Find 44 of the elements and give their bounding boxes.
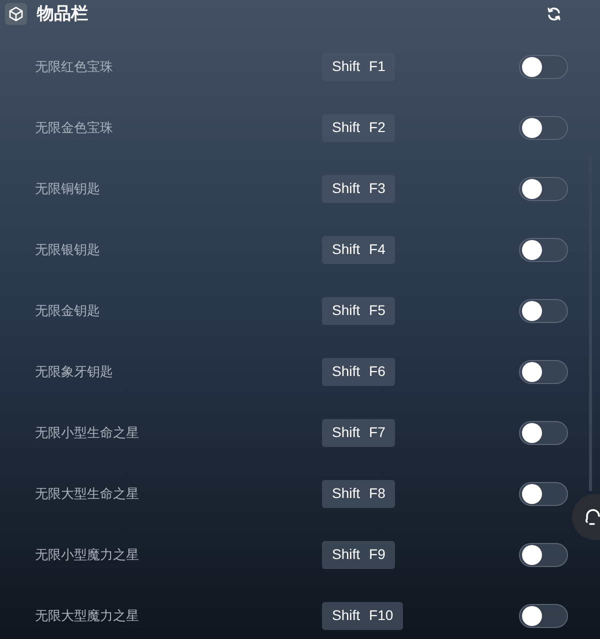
section-title: 物品栏 xyxy=(37,3,88,26)
toggle-switch[interactable] xyxy=(519,238,568,262)
cheat-label: 无限铜钥匙 xyxy=(35,180,101,198)
modifier-key: Shift xyxy=(332,117,360,138)
modifier-key: Shift xyxy=(332,605,360,626)
cheat-label: 无限银钥匙 xyxy=(35,240,101,259)
cheat-label: 无限象牙钥匙 xyxy=(35,362,114,381)
modifier-key: Shift xyxy=(332,56,360,77)
function-key: F10 xyxy=(369,605,394,626)
modifier-key: Shift xyxy=(332,483,360,504)
cheat-label: 无限大型魔力之星 xyxy=(35,606,140,625)
function-key: F2 xyxy=(369,117,386,138)
toggle-switch[interactable] xyxy=(519,420,568,444)
toggle-switch[interactable] xyxy=(519,482,568,506)
toggle-switch[interactable] xyxy=(519,542,568,566)
function-key: F8 xyxy=(369,483,386,504)
function-key: F3 xyxy=(369,178,386,199)
cheat-label: 无限金钥匙 xyxy=(35,302,101,320)
function-key: F9 xyxy=(369,544,386,565)
function-key: F5 xyxy=(369,300,386,321)
cheat-label: 无限大型生命之星 xyxy=(35,484,140,503)
toggle-switch[interactable] xyxy=(519,176,568,200)
function-key: F7 xyxy=(369,422,386,443)
function-key: F4 xyxy=(369,239,386,260)
headset-icon xyxy=(584,508,600,526)
modifier-key: Shift xyxy=(332,422,360,443)
modifier-key: Shift xyxy=(332,544,360,565)
toggle-switch[interactable] xyxy=(519,604,568,628)
toggle-switch[interactable] xyxy=(519,54,568,78)
modifier-key: Shift xyxy=(332,239,360,260)
cheat-label: 无限小型生命之星 xyxy=(35,424,140,442)
modifier-key: Shift xyxy=(332,300,360,321)
cube-icon xyxy=(5,3,27,25)
modifier-key: Shift xyxy=(332,361,360,382)
toggle-switch[interactable] xyxy=(519,298,568,322)
cheat-label: 无限红色宝珠 xyxy=(35,58,114,76)
cheat-label: 无限金色宝珠 xyxy=(35,118,114,137)
cheat-label: 无限小型魔力之星 xyxy=(35,546,140,564)
function-key: F6 xyxy=(369,361,386,382)
toggle-switch[interactable] xyxy=(519,116,568,140)
refresh-icon[interactable] xyxy=(546,6,562,22)
toggle-switch[interactable] xyxy=(519,360,568,384)
function-key: F1 xyxy=(369,56,386,77)
modifier-key: Shift xyxy=(332,178,360,199)
